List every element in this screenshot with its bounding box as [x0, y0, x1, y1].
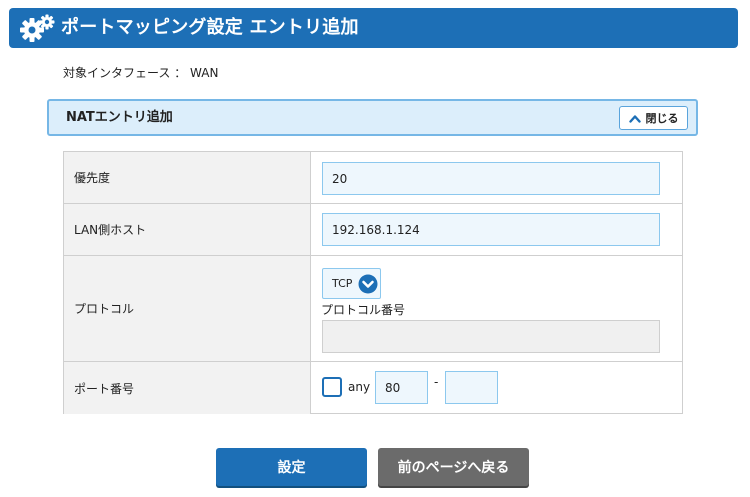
- chevron-down-icon: [358, 274, 378, 293]
- submit-button[interactable]: 設定: [216, 448, 367, 486]
- lan-host-label: LAN側ホスト: [64, 204, 311, 255]
- lan-host-input[interactable]: 192.168.1.124: [322, 213, 660, 246]
- protocol-selected-value: TCP: [332, 277, 353, 290]
- page-header: ポートマッピング設定 エントリ追加: [9, 8, 738, 48]
- protocol-select[interactable]: TCP: [322, 268, 381, 299]
- nat-entry-section-header: NATエントリ追加 閉じる: [47, 99, 698, 136]
- section-title: NATエントリ追加: [66, 110, 173, 125]
- close-button[interactable]: 閉じる: [619, 106, 688, 130]
- port-row: ポート番号 any 80 -: [64, 362, 682, 414]
- port-range-separator: -: [434, 375, 439, 389]
- gear-icon: [20, 14, 55, 42]
- back-button[interactable]: 前のページへ戻る: [378, 448, 529, 486]
- protocol-row: プロトコル TCP プロトコル番号: [64, 256, 682, 362]
- target-interface-text: 対象インタフェース ： WAN: [63, 66, 219, 80]
- page-title: ポートマッピング設定 エントリ追加: [61, 17, 359, 38]
- chevron-up-icon: [628, 114, 641, 123]
- any-port-checkbox[interactable]: [322, 377, 342, 397]
- any-port-label: any: [348, 380, 371, 394]
- lan-host-row: LAN側ホスト 192.168.1.124: [64, 204, 682, 256]
- port-from-input[interactable]: 80: [375, 371, 428, 404]
- close-button-label: 閉じる: [645, 112, 679, 125]
- protocol-number-input[interactable]: [322, 320, 660, 353]
- nat-entry-form: 優先度 20 LAN側ホスト 192.168.1.124 プロトコル TCP プ…: [63, 151, 683, 414]
- priority-row: 優先度 20: [64, 152, 682, 204]
- priority-input[interactable]: 20: [322, 162, 660, 195]
- protocol-label: プロトコル: [64, 256, 311, 361]
- protocol-number-label: プロトコル番号: [321, 303, 406, 317]
- port-to-input[interactable]: [445, 371, 498, 404]
- port-label: ポート番号: [64, 362, 311, 414]
- priority-label: 優先度: [64, 152, 311, 203]
